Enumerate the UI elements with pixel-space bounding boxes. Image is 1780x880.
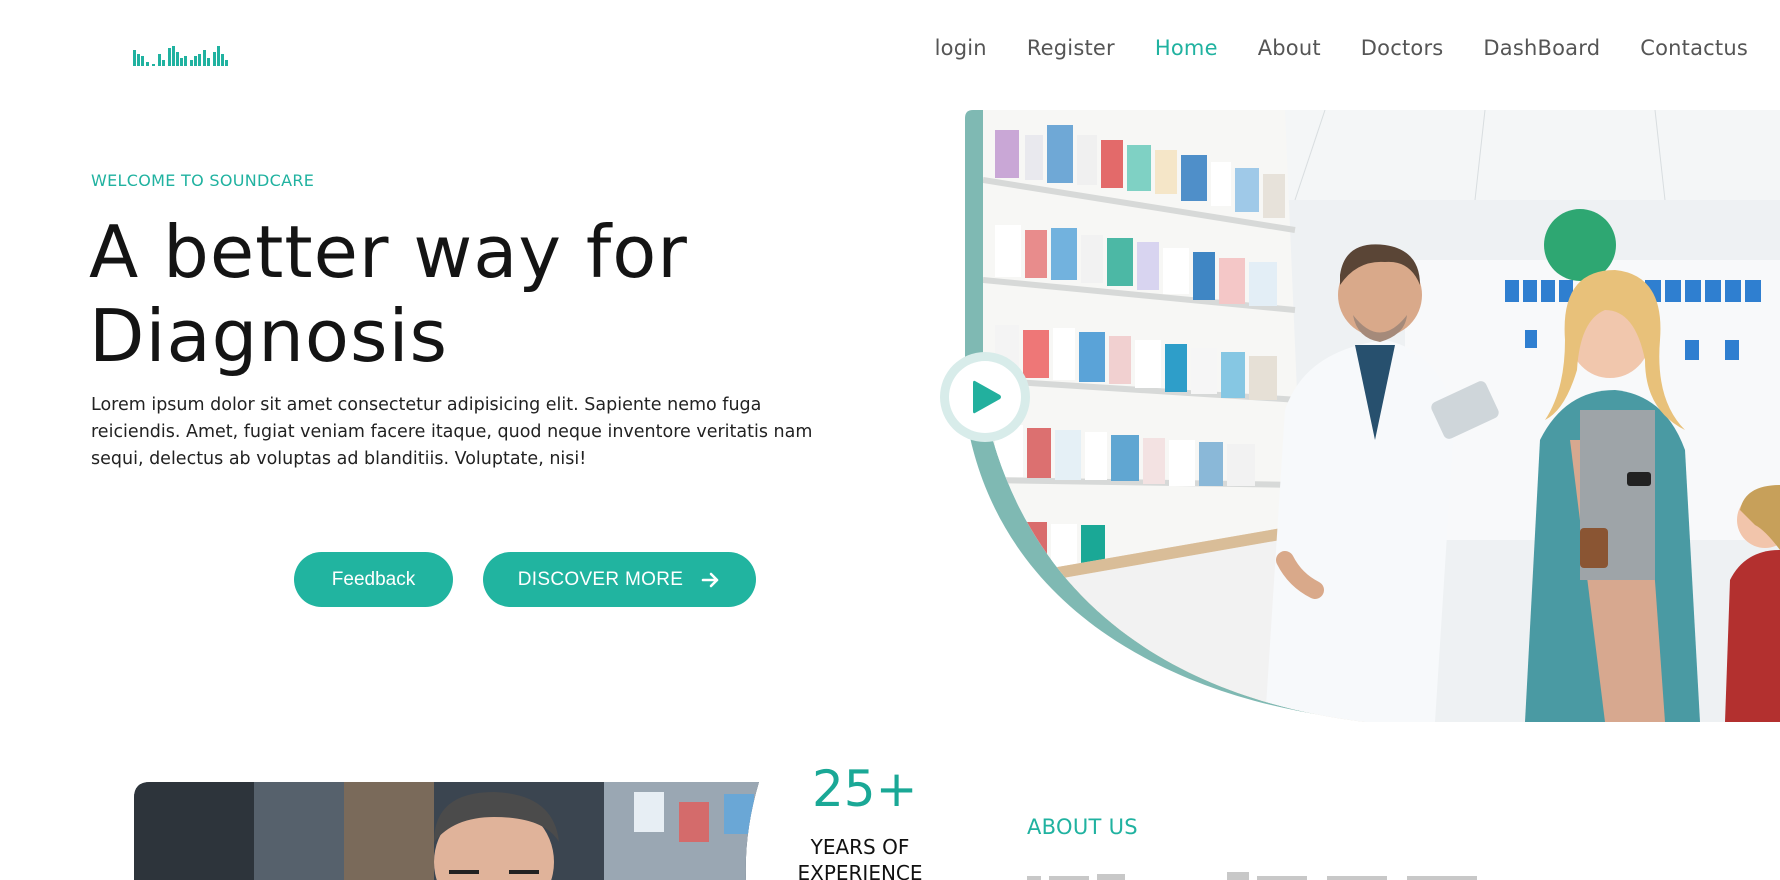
hero-eyebrow: WELCOME TO SOUNDCARE (91, 171, 315, 190)
nav-link-about[interactable]: About (1258, 36, 1321, 60)
feedback-button[interactable]: Feedback (294, 552, 453, 607)
soundwave-logo-icon[interactable] (133, 40, 243, 68)
nav-link-contactus[interactable]: Contactus (1640, 36, 1748, 60)
discover-more-label: DISCOVER MORE (517, 568, 684, 590)
hero-pharmacy-image (965, 110, 1780, 722)
arrow-right-icon (701, 572, 719, 587)
main-nav: login Register Home About Doctors DashBo… (895, 36, 1748, 60)
experience-stat-label-line-2: EXPERIENCE (797, 861, 923, 880)
hero-body: Lorem ipsum dolor sit amet consectetur a… (91, 395, 813, 469)
nav-link-dashboard[interactable]: DashBoard (1483, 36, 1600, 60)
play-button-inner (949, 361, 1021, 433)
about-us-heading: ABOUT US (1027, 815, 1138, 839)
experience-stat-label-line-1: YEARS OF (810, 835, 910, 859)
play-icon (973, 380, 1001, 414)
nav-link-home[interactable]: Home (1155, 36, 1218, 60)
nav-link-login[interactable]: login (935, 36, 987, 60)
about-heading-cutoff (1027, 872, 1477, 880)
hero-title-line-1: A better way for (89, 210, 688, 294)
nav-link-register[interactable]: Register (1027, 36, 1115, 60)
hero-title: A better way for Diagnosis (89, 210, 849, 378)
feedback-button-label: Feedback (331, 568, 416, 590)
discover-more-button[interactable]: DISCOVER MORE (483, 552, 756, 607)
experience-stat-label: YEARS OF EXPERIENCE (780, 834, 940, 880)
about-doctor-image (134, 782, 759, 880)
nav-link-doctors[interactable]: Doctors (1361, 36, 1444, 60)
play-video-button[interactable] (940, 352, 1030, 442)
hero-title-line-2: Diagnosis (89, 294, 448, 378)
experience-stat-value: 25+ (812, 760, 918, 818)
